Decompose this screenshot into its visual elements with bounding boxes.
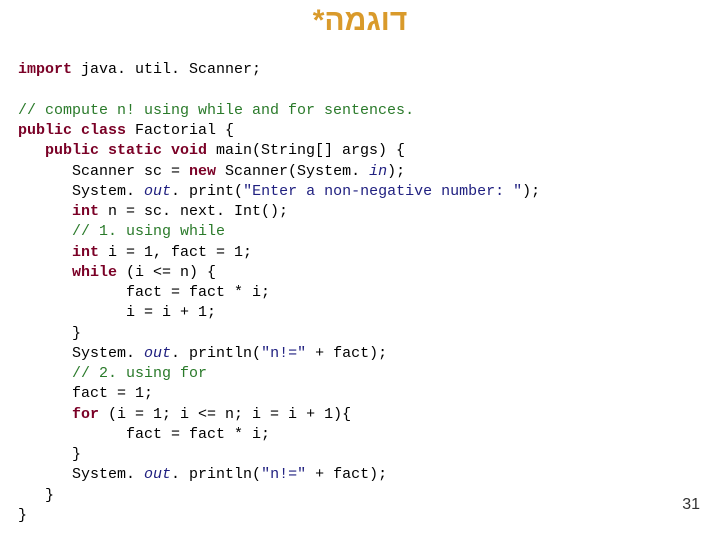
code-text: System. [18,183,144,200]
string-literal: "n!=" [261,466,306,483]
code-text [18,406,72,423]
kw-public-static-void: public static void [18,142,207,159]
string-literal: "Enter a non-negative number: " [243,183,522,200]
code-text: (i = 1; i <= n; i = i + 1){ [99,406,351,423]
code-text: . print( [171,183,243,200]
comment: // compute n! using while and for senten… [18,102,414,119]
code-text: Scanner sc = [18,163,189,180]
code-text: n = sc. next. Int(); [99,203,288,220]
string-literal: "n!=" [261,345,306,362]
code-text [18,203,72,220]
code-text: ); [387,163,405,180]
comment: // 2. using for [18,365,207,382]
kw-new: new [189,163,216,180]
code-text [18,244,72,261]
kw-import: import [18,61,72,78]
code-text: fact = fact * i; [18,426,270,443]
code-text: main(String[] args) { [207,142,405,159]
kw-int: int [72,203,99,220]
static-out: out [144,466,171,483]
kw-public-class: public class [18,122,126,139]
comment: // 1. using while [18,223,225,240]
static-out: out [144,183,171,200]
code-text: fact = 1; [18,385,153,402]
kw-while: while [72,264,117,281]
code-text: . println( [171,345,261,362]
code-text: java. util. Scanner; [72,61,261,78]
slide-title: דוגמה* [0,4,720,38]
code-text: fact = fact * i; [18,284,270,301]
page-number: 31 [682,496,700,514]
code-text: + fact); [306,345,387,362]
code-text [18,264,72,281]
code-block: import java. util. Scanner; // compute n… [0,40,720,526]
kw-for: for [72,406,99,423]
code-text: } [18,446,81,463]
code-text: System. [18,345,144,362]
static-out: out [144,345,171,362]
kw-int: int [72,244,99,261]
code-text: System. [18,466,144,483]
code-text: } [18,507,27,524]
static-in: in [369,163,387,180]
code-text: } [18,325,81,342]
code-text: (i <= n) { [117,264,216,281]
code-text: i = i + 1; [18,304,216,321]
code-text: ); [522,183,540,200]
code-text: Factorial { [126,122,234,139]
code-text: . println( [171,466,261,483]
code-text: + fact); [306,466,387,483]
code-text: i = 1, fact = 1; [99,244,252,261]
code-text: } [18,487,54,504]
code-text: Scanner(System. [216,163,369,180]
